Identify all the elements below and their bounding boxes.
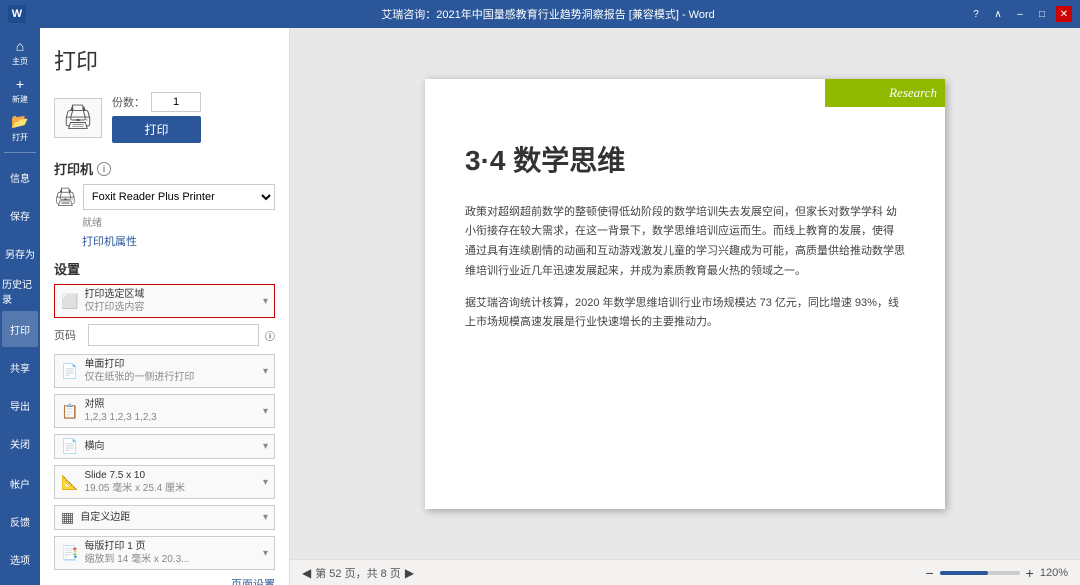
pages-label: 页码 [54,327,82,343]
ribbon-toggle-btn[interactable]: ∧ [990,6,1006,22]
next-page-btn[interactable]: ▶ [405,566,414,580]
printer-device-icon: 🖨 [54,187,77,208]
pagespersheet-arrow-icon: ▾ [263,548,268,559]
printer-section-header: 打印机 i [54,159,275,178]
region-icon: ⬜ [61,293,78,310]
sidebar-bottom: 帐户 反馈 选项 [2,465,38,585]
help-btn[interactable]: ? [968,6,984,22]
setting-dropdown-region[interactable]: ⬜ 打印选定区域 仅打印选内容 ▾ [54,284,275,318]
preview-container: Research 3·4 数学思维 政策对超纲超前数学的整顿使得低幼阶段的数学培… [290,28,1080,559]
papersize-text: Slide 7.5 x 10 19.05 毫米 x 25.4 厘米 [84,469,263,495]
copies-input[interactable] [151,92,201,112]
printer-symbol-icon: 🖨 [63,103,93,132]
page-main-title: 3·4 数学思维 [465,139,905,179]
pagespersheet-icon: 📑 [61,545,78,562]
setting-dropdown-pagespersheet[interactable]: 📑 每版打印 1 页 缩放到 14 毫米 x 20.3... ▾ [54,536,275,570]
page-header-bar: Research [825,79,945,107]
sides-arrow-icon: ▾ [263,366,268,377]
sidebar-item-close[interactable]: 关闭 [2,425,38,461]
sidebar-item-share[interactable]: 共享 [2,349,38,385]
restore-btn[interactable]: □ [1034,6,1050,22]
minimize-btn[interactable]: – [1012,6,1028,22]
page-info: 第 52 页，共 8 页 [315,565,401,581]
pagespersheet-text: 每版打印 1 页 缩放到 14 毫米 x 20.3... [84,540,263,566]
region-arrow-icon: ▾ [263,296,268,307]
window-controls: ? ∧ – □ ✕ [968,6,1072,22]
sidebar-item-info[interactable]: 信息 [2,159,38,195]
collate-arrow-icon: ▾ [263,406,268,417]
prev-page-btn[interactable]: ◀ [302,566,311,580]
printer-status: 就绪 [82,214,275,229]
copies-row: 份数： [112,92,201,112]
setting-dropdown-collate[interactable]: 📋 对照 1,2,3 1,2,3 1,2,3 ▾ [54,394,275,428]
print-main-button[interactable]: 打印 [112,116,201,143]
bottom-bar: ◀ 第 52 页，共 8 页 ▶ − + 120% [290,559,1080,585]
print-btn-col: 份数： 打印 [112,92,201,143]
zoom-out-btn[interactable]: − [925,565,933,581]
pages-input[interactable] [88,324,259,346]
sidebar-item-home[interactable]: ⌂ 主页 [2,34,38,70]
region-text: 打印选定区域 仅打印选内容 [84,288,263,314]
page-content: 3·4 数学思维 政策对超纲超前数学的整顿使得低幼阶段的数学培训失去发展空间，但… [425,79,945,366]
orientation-icon: 📄 [61,438,78,455]
open-icon: 📂 [11,113,28,130]
title-bar: W 艾瑞咨询：2021年中国量感教育行业趋势洞察报告 [兼容模式] - Word… [0,0,1080,28]
printer-select[interactable]: Foxit Reader Plus Printer [83,184,275,210]
print-button-area: 🖨 份数： 打印 [54,92,275,143]
orientation-arrow-icon: ▾ [263,441,268,452]
setting-dropdown-papersize[interactable]: 📐 Slide 7.5 x 10 19.05 毫米 x 25.4 厘米 ▾ [54,465,275,499]
sidebar-item-new[interactable]: + 新建 [2,72,38,108]
orientation-text: 横向 [84,440,263,453]
zoom-fill [940,571,988,575]
margins-text: 自定义边距 [80,511,263,524]
home-icon: ⌂ [16,38,24,54]
papersize-arrow-icon: ▾ [263,477,268,488]
sidebar-item-history[interactable]: 历史记录 [2,273,38,309]
pages-row: 页码 ⓘ [54,324,275,346]
setting-dropdown-margins[interactable]: ▦ 自定义边距 ▾ [54,505,275,530]
preview-area: Research 3·4 数学思维 政策对超纲超前数学的整顿使得低幼阶段的数学培… [290,28,1080,585]
zoom-control: − + 120% [925,565,1068,581]
sidebar-item-saveas[interactable]: 另存为 [2,235,38,271]
collate-text: 对照 1,2,3 1,2,3 1,2,3 [84,398,263,424]
nav-arrows: ◀ 第 52 页，共 8 页 ▶ [302,565,414,581]
printer-icon-box: 🖨 [54,98,102,138]
icon-sidebar: ⌂ 主页 + 新建 📂 打开 信息 保存 另存为 历史记录 打印 共享 [0,28,40,585]
close-btn[interactable]: ✕ [1056,6,1072,22]
margins-icon: ▦ [61,509,74,526]
zoom-bar [940,571,1020,575]
sidebar-item-export[interactable]: 导出 [2,387,38,423]
zoom-in-btn[interactable]: + [1026,565,1034,581]
sidebar-item-open[interactable]: 📂 打开 [2,110,38,146]
papersize-icon: 📐 [61,474,78,491]
sidebar-item-save[interactable]: 保存 [2,197,38,233]
pages-info-icon: ⓘ [265,328,275,343]
sides-icon: 📄 [61,363,78,380]
page-preview: Research 3·4 数学思维 政策对超纲超前数学的整顿使得低幼阶段的数学培… [425,79,945,509]
page-paragraph-1: 政策对超纲超前数学的整顿使得低幼阶段的数学培训失去发展空间，但家长对数学学科 幼… [465,203,905,282]
printer-props-link[interactable]: 打印机属性 [82,233,275,249]
collate-icon: 📋 [61,403,78,420]
sidebar-item-account[interactable]: 帐户 [2,465,38,501]
setting-dropdown-sides[interactable]: 📄 单面打印 仅在纸张的一侧进行打印 ▾ [54,354,275,388]
setting-dropdown-orientation[interactable]: 📄 横向 ▾ [54,434,275,459]
settings-section-header: 设置 [54,259,275,278]
sidebar-item-options[interactable]: 选项 [2,541,38,577]
print-panel-title: 打印 [54,44,275,76]
zoom-level: 120% [1040,567,1068,579]
sidebar-item-feedback[interactable]: 反馈 [2,503,38,539]
new-icon: + [16,76,24,92]
sides-text: 单面打印 仅在纸张的一侧进行打印 [84,358,263,384]
copies-label: 份数： [112,94,145,110]
printer-info-icon[interactable]: i [97,162,111,176]
window-title: 艾瑞咨询：2021年中国量感教育行业趋势洞察报告 [兼容模式] - Word [128,6,968,22]
page-paragraph-2: 据艾瑞咨询统计核算，2020 年数学思维培训行业市场规模达 73 亿元，同比增速… [465,294,905,334]
app-body: ⌂ 主页 + 新建 📂 打开 信息 保存 另存为 历史记录 打印 共享 [0,28,1080,585]
printer-selector: 🖨 Foxit Reader Plus Printer [54,184,275,210]
print-panel: 打印 🖨 份数： 打印 打印机 i 🖨 Foxit Reader Plus Pr… [40,28,290,585]
research-badge: Research [889,85,937,101]
more-settings-link[interactable]: 页面设置 [54,576,275,585]
sidebar-item-print[interactable]: 打印 [2,311,38,347]
margins-arrow-icon: ▾ [263,512,268,523]
